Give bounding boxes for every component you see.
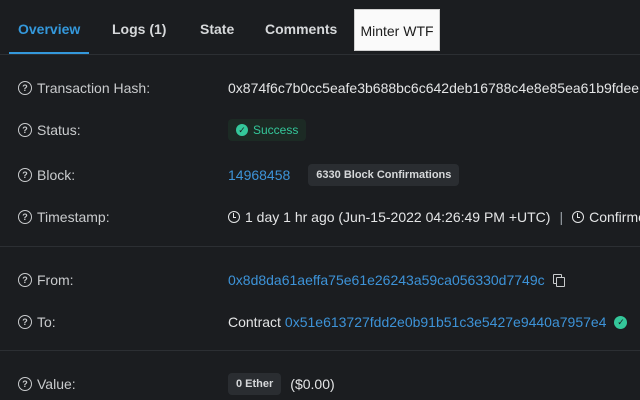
verified-check-icon: ✓ xyxy=(614,315,628,329)
confirmed-clock-icon xyxy=(572,211,585,223)
from-address-link[interactable]: 0x8d8da61aeffa75e61e26243a59ca056330d774… xyxy=(228,272,545,288)
question-circle-icon[interactable]: ? xyxy=(18,315,32,329)
to-contract-prefix: Contract xyxy=(228,314,281,330)
transaction-hash-label-wrap: ? Transaction Hash: xyxy=(18,76,150,100)
status-value-wrap: ✓ Success xyxy=(228,118,307,142)
tab-minter-wtf[interactable]: Minter WTF xyxy=(354,9,440,51)
value-label-wrap: ? Value: xyxy=(18,372,76,396)
value-value-wrap: 0 Ether ($0.00) xyxy=(228,372,335,396)
section-divider xyxy=(0,246,640,247)
timestamp-label-wrap: ? Timestamp: xyxy=(18,205,110,229)
block-label: Block: xyxy=(37,167,76,183)
question-circle-icon[interactable]: ? xyxy=(18,273,32,287)
timestamp-label: Timestamp: xyxy=(37,209,110,225)
tab-overview[interactable]: Overview xyxy=(8,0,90,54)
from-label: From: xyxy=(37,272,74,288)
block-confirmations-badge: 6330 Block Confirmations xyxy=(308,164,460,186)
copy-icon[interactable] xyxy=(552,273,565,287)
tab-bar: Overview Logs (1) State Comments Minter … xyxy=(0,0,640,55)
transaction-hash-value: 0x874f6c7b0cc5eafe3b688bc6c642deb16788c4… xyxy=(228,80,640,96)
row-status: ? Status: ✓ Success xyxy=(0,118,640,142)
row-from: ? From: 0x8d8da61aeffa75e61e26243a59ca05… xyxy=(0,268,640,292)
to-address-link[interactable]: 0x51e613727fdd2e0b91b51c3e5427e9440a7957… xyxy=(285,314,607,330)
transaction-hash-value-wrap: 0x874f6c7b0cc5eafe3b688bc6c642deb16788c4… xyxy=(228,76,639,100)
transaction-hash-label: Transaction Hash: xyxy=(37,80,151,96)
transaction-details-page: Overview Logs (1) State Comments Minter … xyxy=(0,0,640,400)
row-block: ? Block: 14968458 6330 Block Confirmatio… xyxy=(0,163,640,187)
row-timestamp: ? Timestamp: 1 day 1 hr ago (Jun-15-2022… xyxy=(0,205,640,229)
question-circle-icon[interactable]: ? xyxy=(18,377,32,391)
question-circle-icon[interactable]: ? xyxy=(18,123,32,137)
value-label: Value: xyxy=(37,376,76,392)
tab-state[interactable]: State xyxy=(200,0,234,54)
timestamp-separator: | xyxy=(559,209,564,225)
status-badge-text: Success xyxy=(253,123,299,137)
from-value-wrap: 0x8d8da61aeffa75e61e26243a59ca056330d774… xyxy=(228,268,565,292)
row-transaction-hash: ? Transaction Hash: 0x874f6c7b0cc5eafe3b… xyxy=(0,76,640,100)
timestamp-value-wrap: 1 day 1 hr ago (Jun-15-2022 04:26:49 PM … xyxy=(228,205,640,229)
status-badge: ✓ Success xyxy=(228,119,307,141)
status-label: Status: xyxy=(37,122,81,138)
block-label-wrap: ? Block: xyxy=(18,163,75,187)
value-ether-badge: 0 Ether xyxy=(228,373,282,395)
question-circle-icon[interactable]: ? xyxy=(18,81,32,95)
check-circle-icon: ✓ xyxy=(236,124,248,136)
section-divider-2 xyxy=(0,350,640,351)
question-circle-icon[interactable]: ? xyxy=(18,210,32,224)
row-to: ? To: Contract 0x51e613727fdd2e0b91b51c3… xyxy=(0,310,640,334)
timestamp-value: 1 day 1 hr ago (Jun-15-2022 04:26:49 PM … xyxy=(245,209,551,225)
to-label-wrap: ? To: xyxy=(18,310,56,334)
tab-comments[interactable]: Comments xyxy=(265,0,337,54)
row-value: ? Value: 0 Ether ($0.00) xyxy=(0,372,640,396)
status-label-wrap: ? Status: xyxy=(18,118,81,142)
block-number-link[interactable]: 14968458 xyxy=(228,167,290,183)
question-circle-icon[interactable]: ? xyxy=(18,168,32,182)
value-usd: ($0.00) xyxy=(290,376,335,392)
timestamp-confirmed: Confirme xyxy=(589,209,640,225)
to-label: To: xyxy=(37,314,56,330)
tab-logs[interactable]: Logs (1) xyxy=(112,0,166,54)
from-label-wrap: ? From: xyxy=(18,268,74,292)
block-value-wrap: 14968458 6330 Block Confirmations xyxy=(228,163,460,187)
clock-icon xyxy=(228,211,240,223)
to-value-wrap: Contract 0x51e613727fdd2e0b91b51c3e5427e… xyxy=(228,310,628,334)
